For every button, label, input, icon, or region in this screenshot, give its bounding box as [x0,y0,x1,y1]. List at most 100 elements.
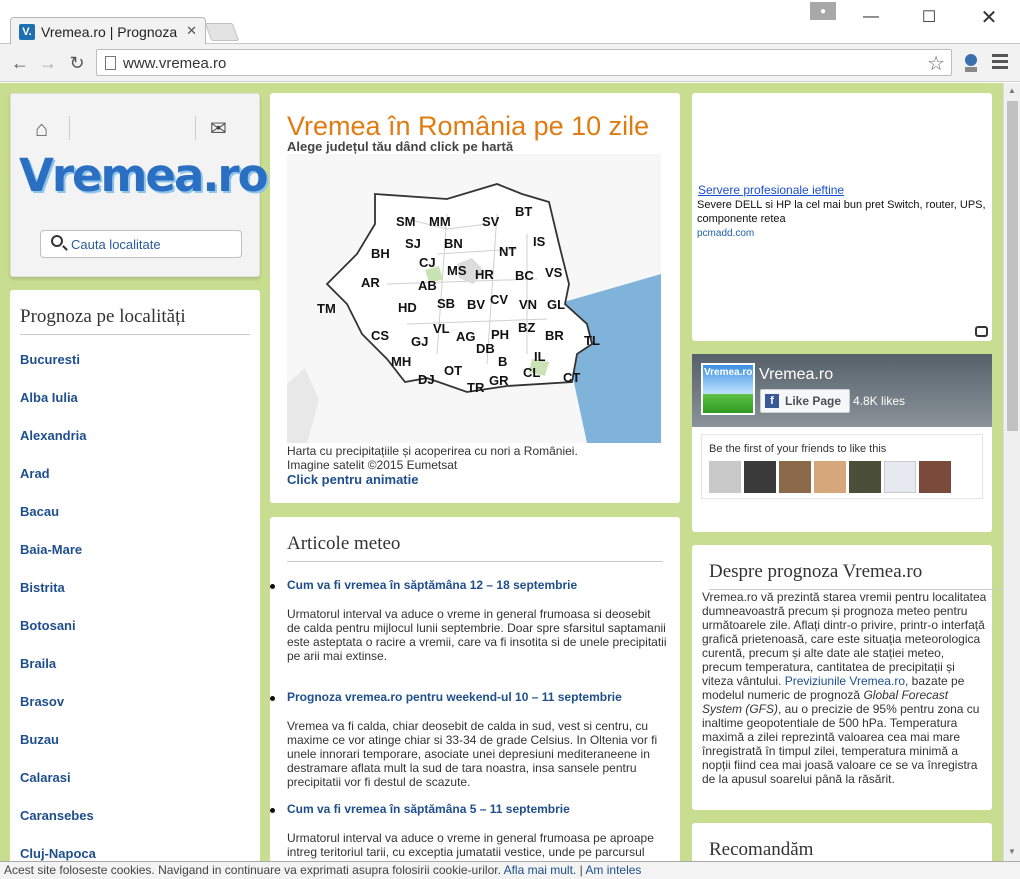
county-label[interactable]: VS [545,265,562,280]
cookie-more-link[interactable]: Afla mai mult. [504,863,577,877]
city-link[interactable]: Bistrita [20,580,65,595]
county-label[interactable]: GR [489,373,509,388]
county-label[interactable]: BC [515,268,534,283]
county-label[interactable]: BN [444,236,463,251]
address-bar[interactable]: www.vremea.ro ☆ [96,49,952,76]
new-tab-button[interactable] [204,23,240,41]
county-label[interactable]: MM [429,214,451,229]
article-title-link[interactable]: Cum va fi vremea în săptămâna 5 – 11 sep… [287,802,570,816]
article-title-link[interactable]: Prognoza vremea.ro pentru weekend-ul 10 … [287,690,622,704]
county-label[interactable]: BR [545,328,564,343]
mail-icon[interactable]: ✉ [210,116,227,141]
county-label[interactable]: TL [584,333,600,348]
county-label[interactable]: IS [533,234,545,249]
county-label[interactable]: AR [361,275,380,290]
avatar[interactable] [884,461,916,493]
city-link[interactable]: Buzau [20,732,59,747]
localities-panel: Prognoza pe localități Bucuresti Alba Iul… [10,290,260,861]
user-icon[interactable]: ● [810,2,836,20]
avatar[interactable] [779,461,811,493]
avatar[interactable] [814,461,846,493]
site-logo[interactable]: Vremea.ro [19,149,269,202]
city-link[interactable]: Alba Iulia [20,390,78,405]
county-label[interactable]: CJ [419,255,436,270]
city-link[interactable]: Bucuresti [20,352,80,367]
close-window-button[interactable]: ✕ [966,0,1012,34]
city-link[interactable]: Arad [20,466,50,481]
city-link[interactable]: Botosani [20,618,76,633]
scroll-up-icon[interactable]: ▲ [1008,86,1016,95]
maximize-button[interactable]: ☐ [906,0,952,34]
county-label[interactable]: OT [444,363,462,378]
avatar[interactable] [744,461,776,493]
county-label[interactable]: PH [491,327,509,342]
bookmark-star-icon[interactable]: ☆ [927,51,945,76]
avatar[interactable] [919,461,951,493]
scroll-thumb[interactable] [1007,101,1018,431]
county-label[interactable]: SJ [405,236,421,251]
county-label[interactable]: HR [475,267,494,282]
city-link[interactable]: Alexandria [20,428,86,443]
county-label[interactable]: GL [547,297,565,312]
like-page-button[interactable]: f Like Page [760,389,851,413]
county-label[interactable]: BZ [518,320,535,335]
county-label[interactable]: TM [317,301,336,316]
scroll-down-icon[interactable]: ▼ [1008,847,1016,856]
ad-choices-icon[interactable] [975,326,988,337]
county-label[interactable]: CS [371,328,389,343]
avatar[interactable] [709,461,741,493]
articles-title: Articole meteo [287,533,663,562]
city-link[interactable]: Caransebes [20,808,94,823]
extension-icon[interactable] [962,53,980,73]
county-label[interactable]: CL [523,365,540,380]
county-label[interactable]: MH [391,354,411,369]
back-icon[interactable]: ← [8,51,32,75]
county-label[interactable]: HD [398,300,417,315]
county-label[interactable]: BT [515,204,532,219]
article-title-link[interactable]: Cum va fi vremea în săptămâna 12 – 18 se… [287,578,577,592]
city-link[interactable]: Bacau [20,504,59,519]
previziuni-link[interactable]: Previziunile Vremea.ro [785,674,905,688]
city-link[interactable]: Braila [20,656,56,671]
county-label[interactable]: SV [482,214,499,229]
avatar[interactable] [849,461,881,493]
county-label[interactable]: VL [433,321,450,336]
city-link[interactable]: Baia-Mare [20,542,82,557]
county-label[interactable]: SM [396,214,416,229]
home-icon[interactable]: ⌂ [35,116,48,142]
facebook-page-name[interactable]: Vremea.ro [759,366,833,384]
search-input[interactable]: Cauta localitate [40,230,242,258]
county-label[interactable]: BH [371,246,390,261]
reload-icon[interactable]: ↻ [65,51,89,75]
county-label[interactable]: SB [437,296,455,311]
county-label[interactable]: DJ [418,372,435,387]
county-label[interactable]: CT [563,370,580,385]
county-label[interactable]: IL [534,349,546,364]
romania-map[interactable]: SM MM SV BT IS SJ BN BH CJ NT MS HR BC VS AR AB CV TM HD SB… [287,154,661,443]
city-link[interactable]: Cluj-Napoca [20,846,96,861]
county-label[interactable]: VN [519,297,537,312]
browser-tab[interactable]: V. Vremea.ro | Prognoza ✕ [10,17,206,45]
page-scrollbar[interactable]: ▲ ▼ [1003,83,1020,861]
county-label[interactable]: AB [418,278,437,293]
cookie-accept-link[interactable]: Am inteles [585,863,641,877]
city-link[interactable]: Calarasi [20,770,71,785]
menu-icon[interactable] [992,54,1008,72]
county-label[interactable]: CV [490,292,508,307]
county-label[interactable]: AG [456,329,476,344]
city-link[interactable]: Brasov [20,694,64,709]
county-label[interactable]: DB [476,341,495,356]
county-label[interactable]: BV [467,297,485,312]
county-label[interactable]: MS [447,263,467,278]
forward-icon[interactable]: → [36,51,60,75]
ad-title-link[interactable]: Servere profesionale ieftine [698,183,844,197]
animation-link[interactable]: Click pentru animatie [287,472,418,487]
county-label[interactable]: B [498,354,507,369]
minimize-button[interactable]: — [848,0,894,34]
tab-close-icon[interactable]: ✕ [186,23,197,39]
county-label[interactable]: GJ [411,334,428,349]
county-label[interactable]: NT [499,244,516,259]
county-label[interactable]: TR [467,380,484,395]
ad-url[interactable]: pcmadd.com [697,228,754,239]
facebook-page-thumb[interactable]: Vremea.ro [701,363,755,415]
